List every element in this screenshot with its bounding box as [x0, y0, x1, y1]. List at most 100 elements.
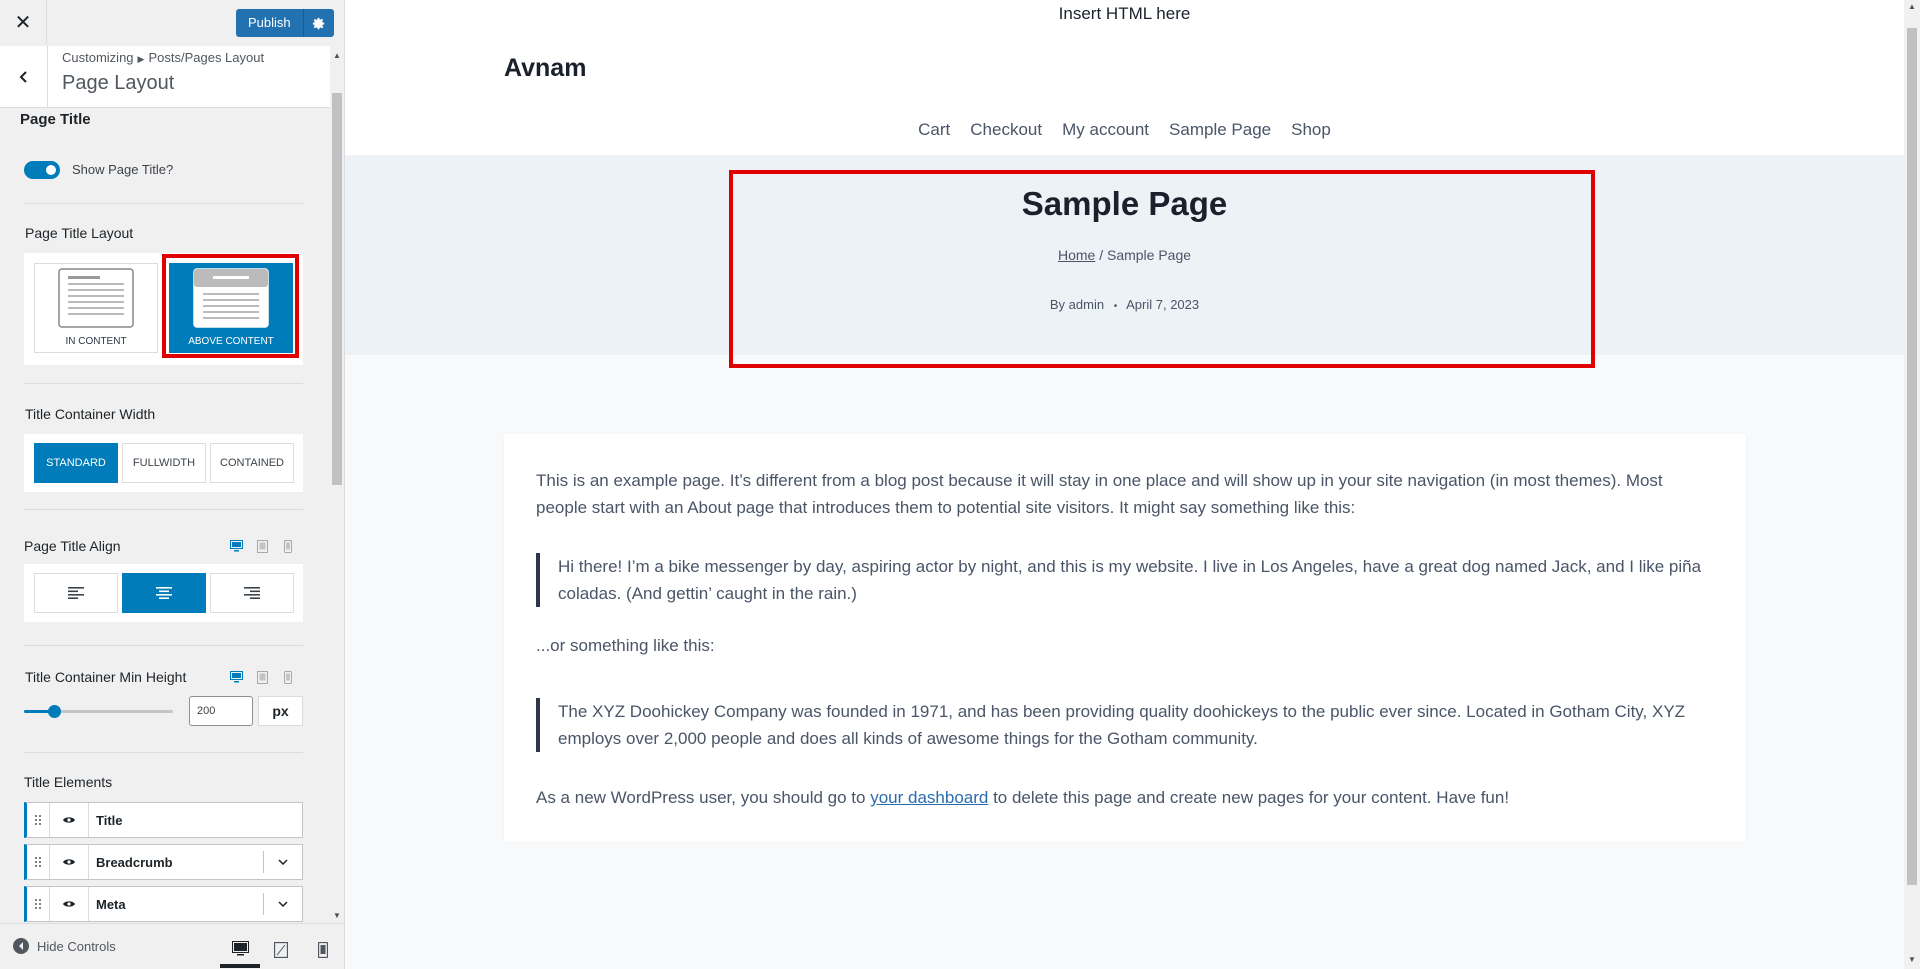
content-paragraph: This is an example page. It’s different …: [536, 471, 1663, 517]
primary-nav: Cart Checkout My account Sample Page Sho…: [345, 120, 1904, 140]
align-left-icon: [68, 587, 84, 599]
desktop-icon: [231, 940, 249, 955]
container-width-options: STANDARD FULLWIDTH CONTAINED: [24, 434, 303, 492]
layout-in-content-button[interactable]: IN CONTENT: [34, 263, 158, 353]
customizer-topbar: ✕ Publish: [0, 0, 344, 47]
nav-item-checkout[interactable]: Checkout: [970, 120, 1042, 140]
eye-icon[interactable]: [50, 803, 89, 837]
preview-tablet-button[interactable]: [261, 932, 301, 968]
content-quote: The XYZ Doohickey Company was founded in…: [536, 698, 1718, 752]
meta-element-row: Meta: [24, 886, 303, 922]
align-center-button[interactable]: [122, 573, 206, 613]
gear-icon[interactable]: [302, 9, 334, 37]
align-left-button[interactable]: [34, 573, 118, 613]
min-height-input[interactable]: [189, 696, 253, 726]
breadcrumb: Customizing ▶ Posts/Pages Layout: [62, 50, 264, 65]
tablet-icon[interactable]: [255, 670, 269, 684]
min-height-device-switcher: [229, 670, 295, 684]
width-standard-button[interactable]: STANDARD: [34, 443, 118, 483]
page-title-heading: Page Title: [20, 111, 91, 128]
tablet-icon: [274, 942, 288, 958]
desktop-icon[interactable]: [229, 670, 243, 684]
breadcrumb-element-name: Breadcrumb: [96, 854, 173, 870]
eye-icon[interactable]: [50, 887, 89, 921]
preview-mobile-button[interactable]: [303, 932, 343, 968]
divider: [24, 509, 303, 510]
preview-desktop-button[interactable]: [220, 932, 260, 968]
p3-before: As a new WordPress user, you should go t…: [536, 788, 871, 807]
width-fullwidth-button[interactable]: FULLWIDTH: [122, 443, 206, 483]
eye-icon[interactable]: [50, 845, 89, 879]
nav-item-shop[interactable]: Shop: [1291, 120, 1331, 140]
customizer-sidebar: ✕ Publish Customizing ▶ Posts/Pages Layout…: [0, 0, 345, 969]
sidebar-scroll-thumb[interactable]: [332, 93, 342, 485]
scroll-down-icon[interactable]: ▼: [331, 910, 343, 922]
publish-group: Publish: [236, 9, 334, 37]
nav-item-cart[interactable]: Cart: [918, 120, 950, 140]
divider: [24, 752, 303, 753]
hide-controls-icon: [13, 938, 29, 954]
content-paragraph: As a new WordPress user, you should go t…: [536, 784, 1716, 811]
show-title-toggle[interactable]: [24, 161, 60, 179]
highlight-box: [729, 170, 1595, 368]
desktop-icon[interactable]: [229, 539, 243, 553]
divider: [24, 383, 303, 384]
breadcrumb-arrow-icon: ▶: [137, 54, 145, 64]
section-header: Customizing ▶ Posts/Pages Layout Page Layo…: [0, 46, 330, 108]
publish-button[interactable]: Publish: [236, 9, 303, 37]
site-header: Insert HTML here Avnam Cart Checkout My …: [345, 0, 1904, 155]
hide-controls-label: Hide Controls: [37, 938, 116, 954]
nav-item-my-account[interactable]: My account: [1062, 120, 1149, 140]
meta-element-name: Meta: [96, 896, 126, 912]
breadcrumb-parent: Posts/Pages Layout: [148, 50, 265, 65]
drag-handle-icon[interactable]: [27, 845, 50, 879]
site-preview: Insert HTML here Avnam Cart Checkout My …: [345, 0, 1904, 969]
align-center-icon: [156, 587, 172, 599]
title-layout-options: IN CONTENT ABOVE CONTENT: [24, 253, 303, 365]
hide-controls-button[interactable]: Hide Controls: [13, 938, 116, 954]
chevron-down-icon[interactable]: [263, 851, 302, 873]
scroll-up-icon[interactable]: ▲: [1906, 2, 1918, 11]
min-height-slider[interactable]: [24, 705, 173, 718]
title-element-name: Title: [96, 812, 123, 828]
customizer-footer: Hide Controls: [0, 923, 344, 969]
nav-item-sample-page[interactable]: Sample Page: [1169, 120, 1271, 140]
title-elements-label: Title Elements: [24, 774, 113, 790]
dashboard-link[interactable]: your dashboard: [870, 788, 988, 807]
tablet-icon[interactable]: [255, 539, 269, 553]
scroll-up-icon[interactable]: ▲: [331, 50, 343, 62]
title-element-row: Title: [24, 802, 303, 838]
align-right-button[interactable]: [210, 573, 294, 613]
content-paragraph: ...or something like this:: [536, 636, 715, 655]
title-layout-label: Page Title Layout: [25, 225, 134, 241]
align-right-icon: [244, 587, 260, 599]
close-icon[interactable]: ✕: [0, 0, 47, 45]
min-height-unit[interactable]: px: [258, 696, 303, 726]
drag-handle-icon[interactable]: [27, 803, 50, 837]
drag-handle-icon[interactable]: [27, 887, 50, 921]
chevron-down-icon[interactable]: [263, 893, 302, 915]
divider: [24, 645, 303, 646]
breadcrumb-root: Customizing: [62, 50, 134, 65]
p3-after: to delete this page and create new pages…: [988, 788, 1510, 807]
header-html: Insert HTML here: [1058, 4, 1191, 23]
mobile-icon[interactable]: [281, 670, 295, 684]
content-quote: Hi there! I’m a bike messenger by day, a…: [536, 553, 1718, 607]
divider: [24, 203, 303, 204]
back-arrow-icon[interactable]: [0, 46, 48, 107]
layout-in-content-label: IN CONTENT: [65, 336, 127, 347]
breadcrumb-element-row: Breadcrumb: [24, 844, 303, 880]
container-width-label: Title Container Width: [25, 406, 156, 422]
slider-thumb[interactable]: [47, 705, 61, 718]
scroll-down-icon[interactable]: ▼: [1906, 955, 1918, 964]
page-content: This is an example page. It’s different …: [504, 434, 1746, 842]
site-title[interactable]: Avnam: [504, 54, 586, 83]
min-height-label: Title Container Min Height: [25, 669, 187, 685]
width-contained-button[interactable]: CONTAINED: [210, 443, 294, 483]
mobile-icon[interactable]: [281, 539, 295, 553]
section-title: Page Layout: [62, 72, 175, 94]
preview-scroll-thumb[interactable]: [1907, 28, 1917, 885]
show-title-label: Show Page Title?: [72, 162, 174, 177]
highlight-box: [162, 254, 299, 358]
align-device-switcher: [229, 539, 295, 553]
